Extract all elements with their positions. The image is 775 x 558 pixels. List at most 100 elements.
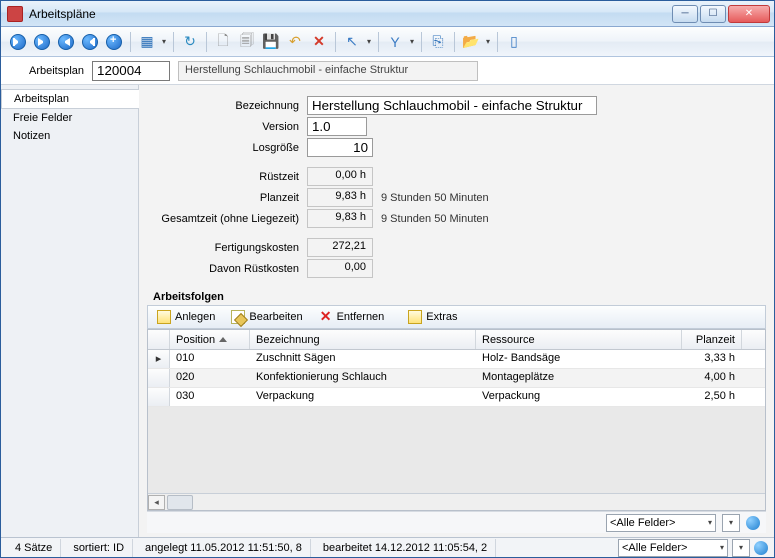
window-title: Arbeitspläne <box>29 7 672 21</box>
filter-button[interactable]: Y <box>384 31 406 53</box>
bezeichnung-input[interactable] <box>307 96 597 115</box>
undo-button[interactable]: ↶ <box>284 31 306 53</box>
arbeitsplan-id-input[interactable] <box>92 61 170 81</box>
save-button[interactable]: 💾 <box>260 31 282 53</box>
extras-button[interactable]: Extras <box>403 307 466 327</box>
davon-ruestkosten-label: Davon Rüstkosten <box>147 263 307 275</box>
delete-icon: ✕ <box>313 33 325 50</box>
grid-empty-area <box>148 407 765 493</box>
grid-header: Position Bezeichnung Ressource Planzeit <box>148 330 765 350</box>
planzeit-label: Planzeit <box>147 192 307 204</box>
grid-filter-op-combo[interactable]: ▾ <box>722 514 740 532</box>
anlegen-button[interactable]: Anlegen <box>152 307 224 327</box>
grid-hscroll[interactable]: ◂ <box>148 493 765 510</box>
folder-dropdown[interactable]: ▾ <box>484 37 492 46</box>
folder-button[interactable]: 📂 <box>460 31 482 53</box>
app-icon <box>7 6 23 22</box>
refresh-button[interactable]: ↻ <box>179 31 201 53</box>
edit-icon <box>231 310 245 324</box>
nav-first-button[interactable] <box>7 31 29 53</box>
extra-button[interactable]: ▯ <box>503 31 525 53</box>
new-doc-icon: 🗋 <box>217 30 228 54</box>
grid-col-ressource[interactable]: Ressource <box>476 330 682 349</box>
globe-icon[interactable] <box>746 516 760 530</box>
folder-icon: 📂 <box>462 33 479 50</box>
grid-dropdown[interactable]: ▾ <box>160 37 168 46</box>
davon-ruestkosten-value: 0,00 <box>307 259 373 278</box>
search-dropdown[interactable]: ▾ <box>365 37 373 46</box>
tab-freie-felder[interactable]: Freie Felder <box>1 109 138 127</box>
record-id-row: Arbeitsplan Herstellung Schlauchmobil - … <box>1 57 774 85</box>
arbeitsfolgen-toolbar: Anlegen Bearbeiten ✕Entfernen Extras <box>147 305 766 329</box>
search-button[interactable]: ↖ <box>341 31 363 53</box>
filter-dropdown[interactable]: ▾ <box>408 37 416 46</box>
bezeichnung-label: Bezeichnung <box>147 100 307 112</box>
arbeitsfolgen-title: Arbeitsfolgen <box>147 291 766 303</box>
table-row[interactable]: 020 Konfektionierung Schlauch Montageplä… <box>148 369 765 388</box>
table-row[interactable]: 030 Verpackung Verpackung 2,50 h <box>148 388 765 407</box>
minimize-button[interactable]: ─ <box>672 5 698 23</box>
entfernen-button[interactable]: ✕Entfernen <box>314 307 394 327</box>
nav-next-button[interactable] <box>55 31 77 53</box>
titlebar: Arbeitspläne ─ ☐ ✕ <box>1 1 774 27</box>
delete-button[interactable]: ✕ <box>308 31 330 53</box>
ruestzeit-value: 0,00 h <box>307 167 373 186</box>
status-fields-combo[interactable]: <Alle Felder>▾ <box>618 539 728 557</box>
gesamtzeit-value: 9,83 h <box>307 209 373 228</box>
grid-col-bezeichnung[interactable]: Bezeichnung <box>250 330 476 349</box>
grid-col-position[interactable]: Position <box>170 330 250 349</box>
chevron-down-icon: ▾ <box>739 543 743 552</box>
arbeitsplan-desc: Herstellung Schlauchmobil - einfache Str… <box>178 61 478 81</box>
status-op-combo[interactable]: ▾ <box>732 539 750 557</box>
grid-filter-fields-combo[interactable]: <Alle Felder>▾ <box>606 514 716 532</box>
copy-icon: 🗐 <box>240 30 254 54</box>
status-created: angelegt 11.05.2012 11:51:50, 8 <box>137 539 311 557</box>
export-button[interactable]: ⎘ <box>427 31 449 53</box>
gesamtzeit-text: 9 Stunden 50 Minuten <box>381 213 521 225</box>
grid-button[interactable]: ▦ <box>136 31 158 53</box>
grid-rowhead-col[interactable] <box>148 330 170 349</box>
tab-notizen[interactable]: Notizen <box>1 127 138 145</box>
extra-icon: ▯ <box>510 33 518 50</box>
nav-new-button[interactable] <box>103 31 125 53</box>
status-bar: 4 Sätze sortiert: ID angelegt 11.05.2012… <box>1 537 774 557</box>
losgroesse-input[interactable] <box>307 138 373 157</box>
maximize-button[interactable]: ☐ <box>700 5 726 23</box>
arbeitsplan-label: Arbeitsplan <box>29 65 84 77</box>
close-button[interactable]: ✕ <box>728 5 770 23</box>
chevron-down-icon: ▾ <box>729 518 733 527</box>
main-toolbar: ▦ ▾ ↻ 🗋 🗐 💾 ↶ ✕ ↖ ▾ Y ▾ ⎘ 📂 ▾ ▯ <box>1 27 774 57</box>
version-label: Version <box>147 121 307 133</box>
undo-icon: ↶ <box>289 33 301 50</box>
status-edited: bearbeitet 14.12.2012 11:05:54, 2 <box>315 539 496 557</box>
row-indicator-icon: ▸ <box>148 350 170 368</box>
table-row[interactable]: ▸ 010 Zuschnitt Sägen Holz- Bandsäge 3,3… <box>148 350 765 369</box>
grid-col-planzeit[interactable]: Planzeit <box>682 330 742 349</box>
export-icon: ⎘ <box>432 33 443 50</box>
grid-icon: ▦ <box>140 33 153 50</box>
planzeit-text: 9 Stunden 50 Minuten <box>381 192 521 204</box>
arbeitsfolgen-grid: Position Bezeichnung Ressource Planzeit … <box>147 329 766 511</box>
window-buttons: ─ ☐ ✕ <box>672 5 770 23</box>
new-icon <box>157 310 171 324</box>
planzeit-value: 9,83 h <box>307 188 373 207</box>
new-doc-button[interactable]: 🗋 <box>212 31 234 53</box>
grid-filter-row: <Alle Felder>▾ ▾ <box>147 511 766 533</box>
scroll-left-button[interactable]: ◂ <box>148 495 165 510</box>
copy-button[interactable]: 🗐 <box>236 31 258 53</box>
nav-last-button[interactable] <box>79 31 101 53</box>
app-window: Arbeitspläne ─ ☐ ✕ ▦ ▾ ↻ 🗋 🗐 💾 ↶ ✕ ↖ ▾ Y… <box>0 0 775 558</box>
nav-prev-button[interactable] <box>31 31 53 53</box>
search-icon: ↖ <box>346 33 358 50</box>
version-input[interactable] <box>307 117 367 136</box>
body: Arbeitsplan Freie Felder Notizen Bezeich… <box>1 85 774 537</box>
grid-body: ▸ 010 Zuschnitt Sägen Holz- Bandsäge 3,3… <box>148 350 765 407</box>
tab-arbeitsplan[interactable]: Arbeitsplan <box>1 89 139 109</box>
ruestzeit-label: Rüstzeit <box>147 171 307 183</box>
refresh-icon: ↻ <box>184 33 196 50</box>
bearbeiten-button[interactable]: Bearbeiten <box>226 307 311 327</box>
scroll-thumb[interactable] <box>167 495 193 510</box>
remove-icon: ✕ <box>319 310 333 324</box>
globe-icon[interactable] <box>754 541 768 555</box>
main-panel: Bezeichnung Version Losgröße Rüstzeit 0,… <box>139 85 774 537</box>
